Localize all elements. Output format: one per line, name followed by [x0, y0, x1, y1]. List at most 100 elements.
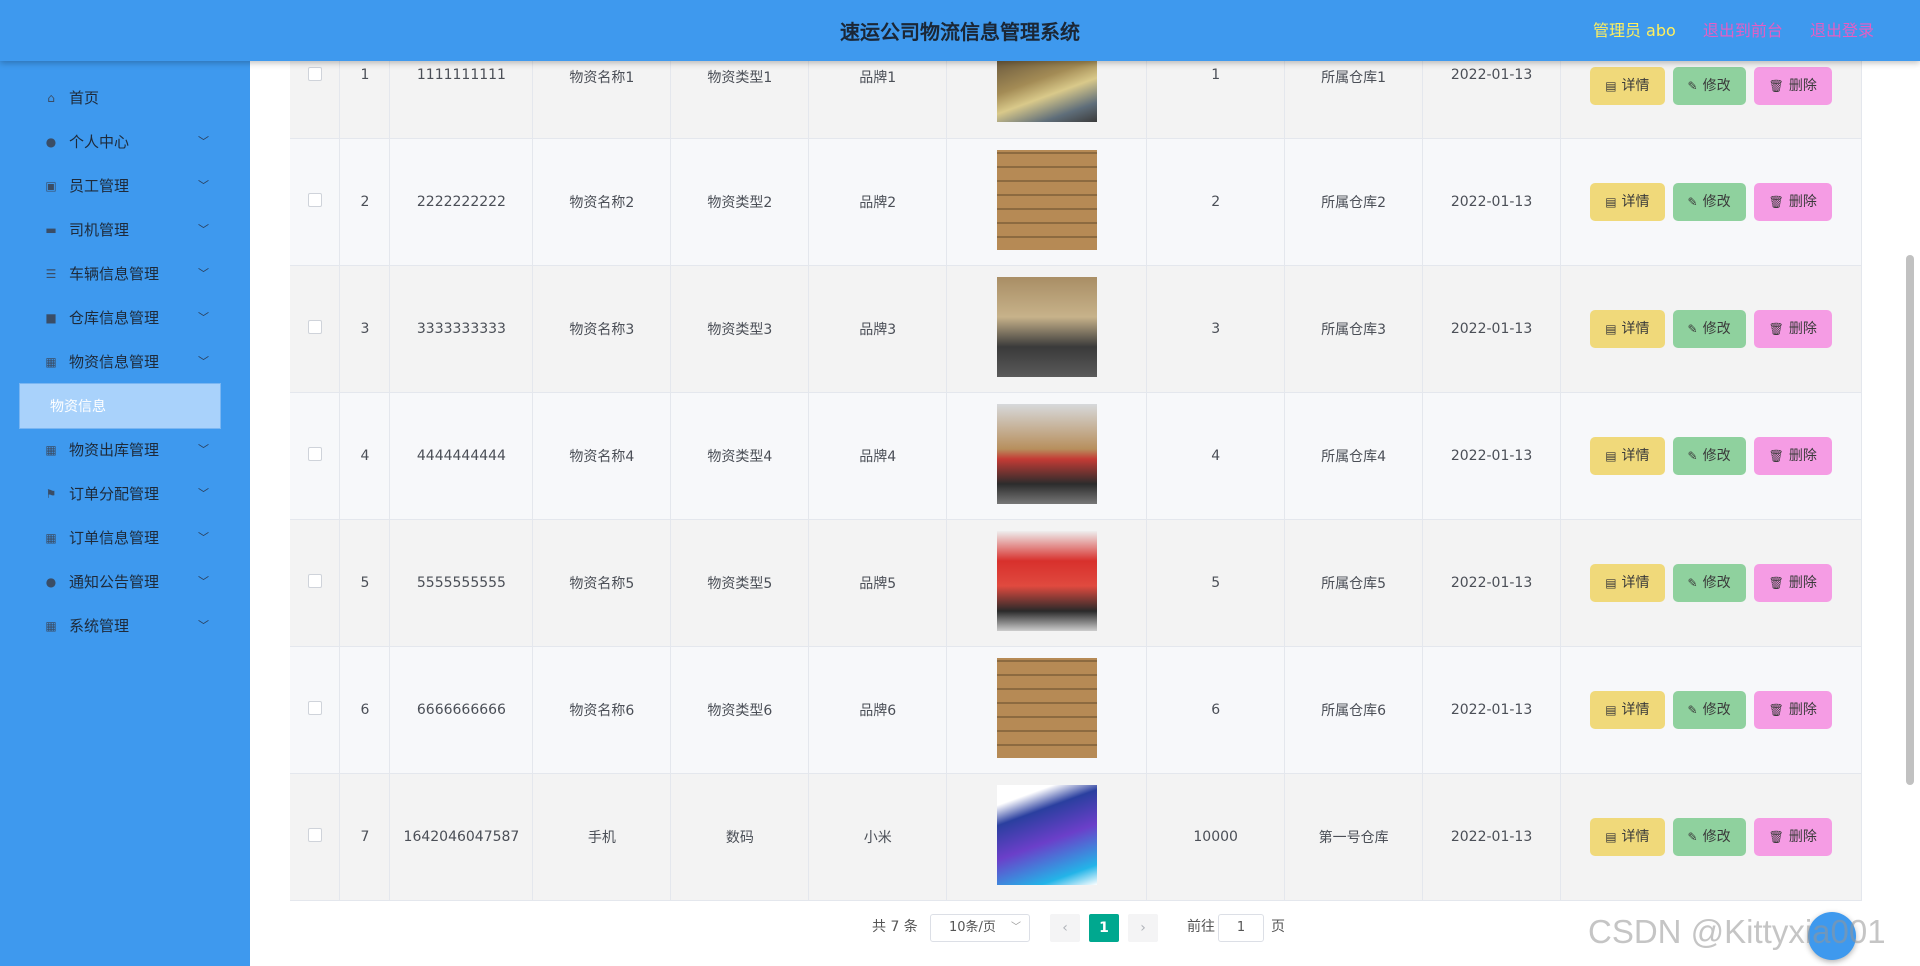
- sidebar-item-label: 仓库信息管理: [69, 309, 160, 327]
- sidebar-item-warehouses[interactable]: ■ 仓库信息管理 ﹀: [0, 296, 250, 340]
- pencil-icon: ✎: [1687, 79, 1698, 93]
- edit-button[interactable]: ✎ 修改: [1672, 817, 1746, 856]
- button-label: 详情: [1621, 574, 1650, 591]
- phone-photo: [996, 784, 1097, 885]
- button-label: 修改: [1702, 78, 1731, 94]
- actions-cell: ▤ 详情 ✎ 修改 🗑 删除: [1560, 646, 1862, 774]
- row-checkbox[interactable]: [307, 446, 322, 461]
- material-name: 物资名称4: [532, 392, 672, 520]
- edit-button[interactable]: ✎ 修改: [1672, 690, 1746, 729]
- edit-button[interactable]: ✎ 修改: [1672, 182, 1746, 221]
- material-code: 6666666666: [389, 646, 534, 774]
- delete-button[interactable]: 🗑 删除: [1753, 563, 1832, 602]
- donation-photo: [996, 403, 1097, 504]
- edit-button[interactable]: ✎ 修改: [1672, 309, 1746, 348]
- detail-button[interactable]: ▤ 详情: [1590, 563, 1665, 602]
- sidebar-item-system[interactable]: ▦ 系统管理 ﹀: [0, 604, 250, 648]
- delete-button[interactable]: 🗑 删除: [1753, 817, 1832, 856]
- page-number-current[interactable]: 1: [1089, 914, 1119, 942]
- page-size-select[interactable]: 10条/页 ﹀: [930, 914, 1030, 942]
- sidebar-item-vehicles[interactable]: ☰ 车辆信息管理 ﹀: [0, 252, 250, 296]
- delete-button[interactable]: 🗑 删除: [1753, 67, 1832, 105]
- submenu-item-material-info[interactable]: 物资信息: [19, 383, 221, 429]
- delete-button[interactable]: 🗑 删除: [1753, 436, 1832, 475]
- chevron-down-icon: ﹀: [198, 355, 209, 368]
- goto-suffix: 页: [1271, 919, 1285, 935]
- flag-icon: ⚑: [45, 487, 57, 501]
- delete-button[interactable]: 🗑 删除: [1753, 182, 1832, 221]
- goto-page-input[interactable]: 1: [1218, 914, 1264, 942]
- row-checkbox[interactable]: [307, 319, 322, 334]
- trash-icon: 🗑: [1768, 194, 1784, 209]
- button-label: 修改: [1702, 447, 1731, 464]
- document-icon: ▤: [1605, 829, 1617, 844]
- sidebar-item-order-assignment[interactable]: ⚑ 订单分配管理 ﹀: [0, 472, 250, 516]
- row-index: 3: [339, 265, 391, 393]
- material-quantity: 2: [1146, 138, 1286, 266]
- edit-button[interactable]: ✎ 修改: [1672, 563, 1746, 602]
- material-quantity: 5: [1146, 519, 1286, 647]
- user-icon: ●: [45, 135, 57, 149]
- edit-button[interactable]: ✎ 修改: [1672, 436, 1746, 475]
- row-checkbox[interactable]: [307, 192, 322, 207]
- sidebar-item-label: 员工管理: [69, 177, 130, 195]
- sidebar-item-label: 物资信息管理: [69, 353, 160, 371]
- document-icon: ▤: [1605, 575, 1617, 590]
- sidebar-item-orders[interactable]: ▦ 订单信息管理 ﹀: [0, 516, 250, 560]
- row-index: 6: [339, 646, 391, 774]
- row-checkbox[interactable]: [307, 827, 322, 842]
- table-row: 3 3333333333 物资名称3 物资类型3 品牌3 3 所属仓库3 2022-01-13…: [290, 265, 1862, 393]
- prev-page-button[interactable]: ‹: [1050, 914, 1080, 942]
- box-icon: ■: [45, 311, 57, 325]
- detail-button[interactable]: ▤ 详情: [1590, 436, 1665, 475]
- button-label: 修改: [1702, 574, 1731, 591]
- detail-button[interactable]: ▤ 详情: [1590, 309, 1665, 348]
- button-label: 删除: [1788, 701, 1817, 718]
- button-label: 详情: [1621, 78, 1650, 94]
- logout-link[interactable]: 退出登录: [1810, 21, 1874, 40]
- material-brand: 品牌3: [808, 265, 948, 393]
- sidebar-item-personal-center[interactable]: ● 个人中心 ﹀: [0, 120, 250, 164]
- pencil-icon: ✎: [1687, 321, 1698, 336]
- sidebar-item-materials[interactable]: ▦ 物资信息管理 ﹀: [0, 340, 250, 384]
- row-checkbox[interactable]: [307, 67, 322, 81]
- sidebar-item-label: 首页: [69, 89, 100, 107]
- detail-button[interactable]: ▤ 详情: [1590, 817, 1665, 856]
- top-header: 速运公司物流信息管理系统 管理员 abo 退出到前台 退出登录: [0, 0, 1920, 61]
- checkbox-cell: [290, 646, 341, 774]
- detail-button[interactable]: ▤ 详情: [1590, 690, 1665, 729]
- sidebar-item-label: 车辆信息管理: [69, 265, 160, 283]
- sidebar-item-label: 通知公告管理: [69, 573, 160, 591]
- sidebar-item-label: 订单信息管理: [69, 529, 160, 547]
- button-label: 修改: [1702, 320, 1731, 337]
- delete-button[interactable]: 🗑 删除: [1753, 309, 1832, 348]
- document-icon: ▤: [1605, 194, 1617, 209]
- material-code: 2222222222: [389, 138, 534, 266]
- trash-icon: 🗑: [1768, 575, 1784, 590]
- sidebar-item-notices[interactable]: ● 通知公告管理 ﹀: [0, 560, 250, 604]
- back-to-front-link[interactable]: 退出到前台: [1703, 21, 1783, 40]
- sidebar-item-drivers[interactable]: ▬ 司机管理 ﹀: [0, 208, 250, 252]
- chevron-down-icon: ﹀: [198, 311, 209, 324]
- delete-button[interactable]: 🗑 删除: [1753, 690, 1832, 729]
- material-code: 3333333333: [389, 265, 534, 393]
- sidebar-item-material-outbound[interactable]: ▦ 物资出库管理 ﹀: [0, 428, 250, 472]
- button-label: 详情: [1621, 193, 1650, 210]
- total-count: 共 7 条: [872, 919, 918, 935]
- detail-button[interactable]: ▤ 详情: [1590, 67, 1665, 105]
- grid-icon: ▦: [45, 443, 57, 457]
- ceremony-photo: [996, 276, 1097, 377]
- edit-button[interactable]: ✎ 修改: [1672, 67, 1746, 105]
- detail-button[interactable]: ▤ 详情: [1590, 182, 1665, 221]
- material-date: 2022-01-13: [1422, 265, 1562, 393]
- material-name: 手机: [532, 773, 672, 901]
- button-label: 删除: [1788, 193, 1817, 210]
- document-icon: ▤: [1605, 321, 1617, 336]
- sidebar-item-home[interactable]: ⌂ 首页: [0, 76, 250, 120]
- row-checkbox[interactable]: [307, 700, 322, 715]
- next-page-button[interactable]: ›: [1128, 914, 1158, 942]
- sidebar-item-staff[interactable]: ▣ 员工管理 ﹀: [0, 164, 250, 208]
- page-scrollbar[interactable]: [1906, 255, 1914, 785]
- row-checkbox[interactable]: [307, 573, 322, 588]
- chevron-down-icon: ﹀: [198, 223, 209, 236]
